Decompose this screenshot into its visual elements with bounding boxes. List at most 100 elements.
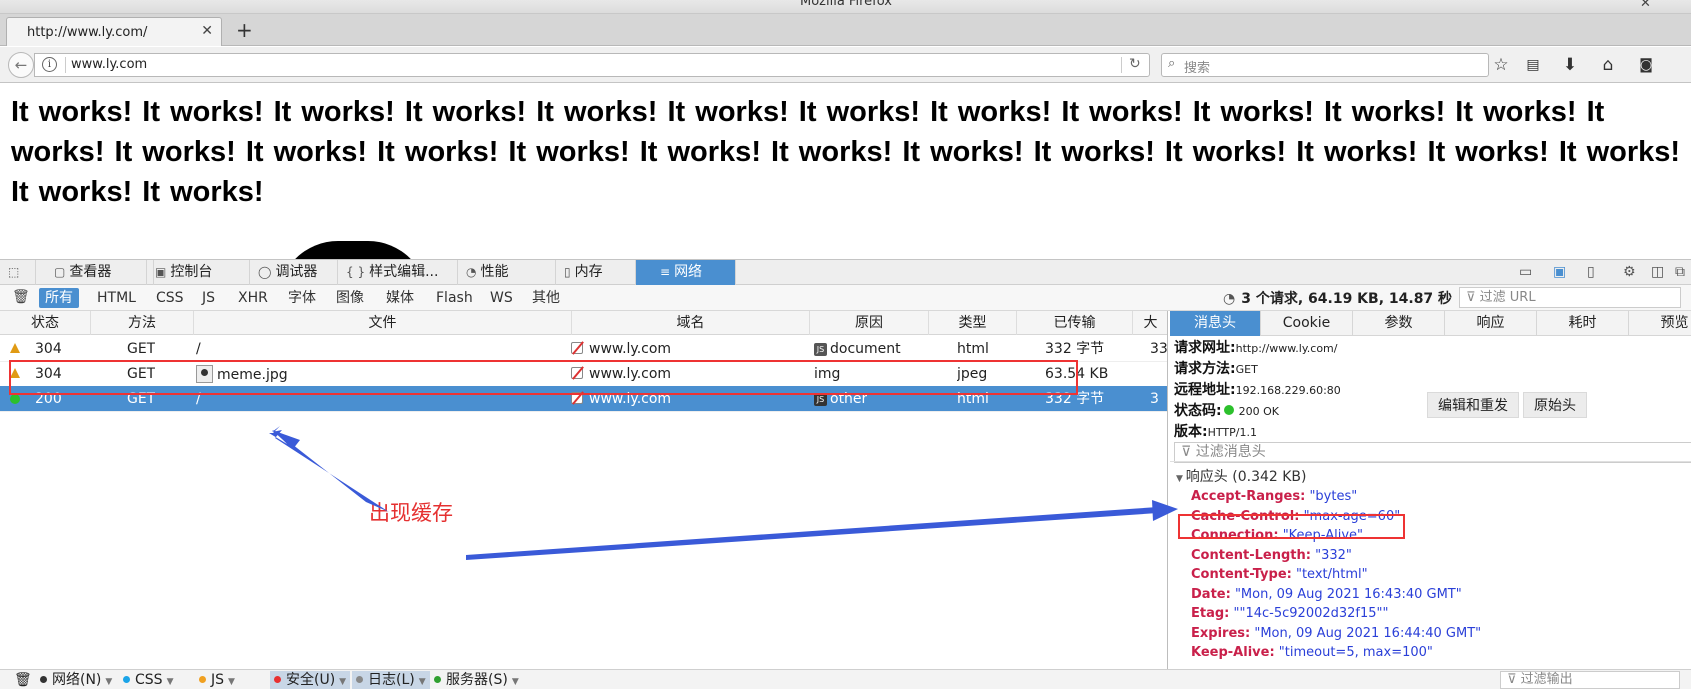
response-header-row[interactable]: Date: "Mon, 09 Aug 2021 16:43:40 GMT"	[1191, 587, 1462, 602]
url-bar[interactable]: i www.ly.com ↻	[34, 53, 1150, 77]
reading-list-icon[interactable]: ▤	[1521, 53, 1545, 77]
console-clear-icon[interactable]: 🗑	[14, 671, 32, 689]
column-type[interactable]: 类型	[928, 311, 1016, 335]
navigation-bar: ← i www.ly.com ↻ ⌕ 搜索 ☆ ▤ ⬇ ⌂ ◙	[0, 47, 1691, 83]
browser-tab[interactable]: http://www.ly.com/ ✕	[6, 17, 222, 46]
tab-network[interactable]: ≡ 网络	[636, 260, 736, 285]
tab-response[interactable]: 响应	[1445, 311, 1537, 336]
url-text[interactable]: www.ly.com	[71, 57, 147, 72]
console-filter-0[interactable]: 网络(N) ▼	[40, 671, 112, 689]
tab-memory[interactable]: ▯ 内存	[556, 260, 636, 285]
tab-preview[interactable]: 预览	[1629, 311, 1691, 336]
response-header-row[interactable]: Expires: "Mon, 09 Aug 2021 16:44:40 GMT"	[1191, 626, 1481, 641]
console-filter-1[interactable]: CSS ▼	[123, 671, 173, 689]
new-tab-button[interactable]: +	[236, 18, 253, 42]
pocket-icon[interactable]: ◙	[1634, 53, 1658, 77]
screenshot-icon[interactable]: ▯	[1587, 264, 1595, 280]
response-header-row[interactable]: Cache-Control: "max-age=60"	[1191, 509, 1400, 524]
dock-options-icon[interactable]: ▭	[1519, 264, 1532, 280]
site-info-icon[interactable]: i	[42, 57, 57, 72]
split-console-icon[interactable]: ◫	[1651, 264, 1664, 280]
filter-flash[interactable]: Flash	[430, 288, 479, 308]
table-header: 状态 方法 文件 域名 原因 类型 已传输 大	[0, 311, 1167, 335]
filter-images[interactable]: 图像	[330, 288, 370, 308]
console-filter-4[interactable]: 日志(L) ▼	[352, 671, 430, 689]
output-filter-input[interactable]: ⊽ 过滤输出	[1500, 671, 1680, 689]
tab-timings[interactable]: 耗时	[1537, 311, 1629, 336]
tab-strip: http://www.ly.com/ ✕ +	[0, 14, 1691, 46]
tab-style-editor[interactable]: { } 样式编辑...	[338, 260, 458, 285]
column-transferred[interactable]: 已传输	[1016, 311, 1132, 335]
star-icon[interactable]: ☆	[1489, 53, 1513, 77]
header-filter-input[interactable]: ⊽ 过滤消息头	[1174, 442, 1691, 463]
filter-fonts[interactable]: 字体	[282, 288, 322, 308]
column-file[interactable]: 文件	[193, 311, 571, 335]
response-header-row[interactable]: Content-Type: "text/html"	[1191, 567, 1368, 582]
filter-media[interactable]: 媒体	[380, 288, 420, 308]
reload-icon[interactable]: ↻	[1129, 56, 1141, 72]
version-value: HTTP/1.1	[1207, 426, 1257, 439]
request-row[interactable]: 304 GET meme.jpg www.ly.com img jpeg 63.54 KB	[0, 361, 1167, 387]
domain-value: www.ly.com	[589, 366, 672, 382]
window-close-icon[interactable]: ✕	[1640, 0, 1651, 11]
performance-analysis-icon[interactable]: ◔	[1223, 291, 1235, 307]
console-filter-3[interactable]: 安全(U) ▼	[270, 671, 351, 689]
filter-js[interactable]: JS	[196, 288, 221, 308]
dropdown-caret-icon: ▼	[339, 677, 347, 687]
response-header-row[interactable]: Connection: "Keep-Alive"	[1191, 528, 1363, 543]
request-row[interactable]: 304 GET / www.ly.com JSdocument html 332 字节 332	[0, 336, 1167, 362]
response-headers-section[interactable]: ▼ 响应头 (0.342 KB)	[1176, 466, 1307, 486]
tab-console[interactable]: ▣ 控制台	[146, 260, 250, 285]
undock-icon[interactable]: ⧉	[1675, 264, 1685, 280]
column-cause[interactable]: 原因	[809, 311, 928, 335]
console-filter-5[interactable]: 服务器(S) ▼	[434, 671, 519, 689]
search-bar[interactable]: ⌕ 搜索	[1161, 53, 1489, 77]
filter-all[interactable]: 所有	[39, 288, 79, 308]
filter-ws[interactable]: WS	[484, 288, 519, 308]
response-header-row[interactable]: Content-Length: "332"	[1191, 548, 1352, 563]
column-domain[interactable]: 域名	[571, 311, 809, 335]
remote-address-value: 192.168.229.60:80	[1235, 384, 1341, 397]
tab-close-icon[interactable]: ✕	[201, 23, 213, 39]
response-header-row[interactable]: Keep-Alive: "timeout=5, max=100"	[1191, 645, 1433, 660]
filter-css[interactable]: CSS	[150, 288, 190, 308]
response-header-row[interactable]: Etag: ""14c-5c92002d32f15""	[1191, 606, 1389, 621]
response-header-row[interactable]: Accept-Ranges: "bytes"	[1191, 489, 1357, 504]
column-size[interactable]: 大	[1132, 311, 1167, 335]
column-method[interactable]: 方法	[90, 311, 193, 335]
tab-inspector[interactable]: ▢ 查看器	[46, 260, 154, 285]
tab-params[interactable]: 参数	[1353, 311, 1445, 336]
settings-icon[interactable]: ⚙	[1623, 264, 1636, 280]
cell-domain: www.ly.com	[571, 386, 671, 412]
header-name: Keep-Alive:	[1191, 645, 1275, 660]
status-cached-warning-icon	[10, 368, 20, 378]
responsive-mode-icon[interactable]: ▣	[1553, 264, 1566, 280]
header-filter-placeholder: 过滤消息头	[1195, 444, 1266, 460]
file-value: meme.jpg	[217, 367, 288, 383]
tab-cookies[interactable]: Cookie	[1261, 311, 1353, 336]
style-editor-icon: { }	[346, 265, 366, 279]
home-icon[interactable]: ⌂	[1596, 53, 1620, 77]
raw-headers-button[interactable]: 原始头	[1523, 392, 1587, 418]
clear-trash-icon[interactable]: 🗑	[12, 289, 30, 305]
header-name: Cache-Control:	[1191, 508, 1300, 524]
url-filter-placeholder: 过滤 URL	[1479, 290, 1536, 305]
filter-html[interactable]: HTML	[91, 288, 142, 308]
pick-element-icon[interactable]: ⬚	[0, 260, 36, 285]
download-icon[interactable]: ⬇	[1558, 53, 1582, 77]
console-filter-2[interactable]: JS ▼	[199, 671, 235, 689]
filter-xhr[interactable]: XHR	[232, 288, 274, 308]
request-row[interactable]: 200 GET / www.ly.com JS other html 332 字节 3	[0, 386, 1167, 412]
url-filter-input[interactable]: ⊽ 过滤 URL	[1459, 287, 1681, 308]
tab-headers[interactable]: 消息头	[1170, 311, 1261, 336]
status-cached-warning-icon	[10, 343, 20, 353]
tab-debugger[interactable]: ◯ 调试器	[250, 260, 338, 285]
insecure-lock-icon	[571, 392, 583, 404]
remote-address-label: 远程地址:	[1174, 382, 1236, 398]
tab-performance[interactable]: ◔ 性能	[458, 260, 556, 285]
request-url-value: http://www.ly.com/	[1235, 342, 1338, 355]
column-status[interactable]: 状态	[0, 311, 90, 335]
back-button[interactable]: ←	[8, 52, 34, 78]
edit-resend-button[interactable]: 编辑和重发	[1427, 392, 1519, 418]
filter-other[interactable]: 其他	[526, 288, 566, 308]
